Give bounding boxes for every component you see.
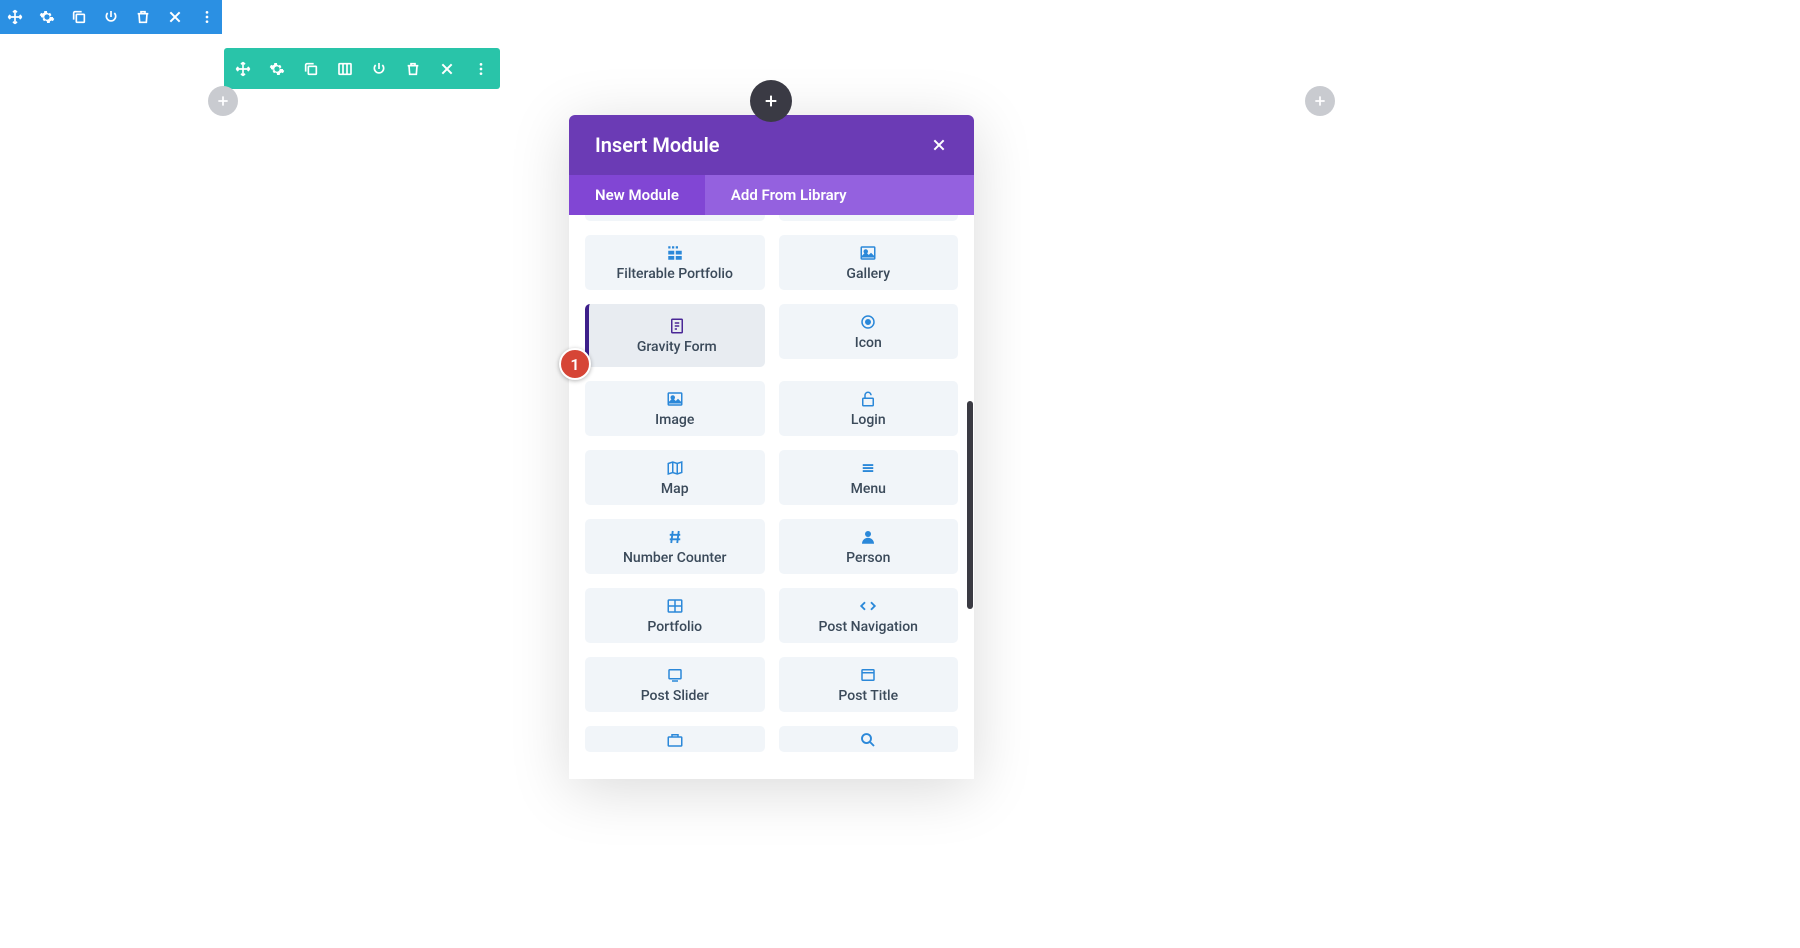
module-label: Image xyxy=(655,412,694,428)
person-icon xyxy=(859,528,877,546)
module-gravity-form[interactable]: Gravity Form xyxy=(585,304,765,367)
grid-icon xyxy=(666,597,684,615)
module-label: Filterable Portfolio xyxy=(617,266,733,282)
module-label: Post Navigation xyxy=(819,619,918,635)
module-label: Icon xyxy=(855,335,882,351)
row-toolbar xyxy=(224,48,500,89)
section-toolbar xyxy=(0,0,222,34)
modal-tabs: New Module Add From Library xyxy=(569,175,974,215)
module-login[interactable]: Login xyxy=(779,381,959,436)
modal-header: Insert Module xyxy=(569,115,974,175)
module-email-optin[interactable]: Email Optin xyxy=(779,215,959,221)
modal-title: Insert Module xyxy=(595,133,720,157)
module-label: Post Slider xyxy=(641,688,709,704)
trash-icon[interactable] xyxy=(134,8,152,26)
module-label: Login xyxy=(851,412,886,428)
gear-icon[interactable] xyxy=(38,8,56,26)
columns-icon[interactable] xyxy=(336,60,354,78)
module-label: Menu xyxy=(851,481,886,497)
module-grid: Divider Email Optin Filterable Portfolio xyxy=(585,215,958,752)
module-label: Portfolio xyxy=(647,619,702,635)
move-icon[interactable] xyxy=(6,8,24,26)
insert-module-modal: Insert Module New Module Add From Librar… xyxy=(569,115,974,779)
more-icon[interactable] xyxy=(198,8,216,26)
gear-icon[interactable] xyxy=(268,60,286,78)
module-label: Map xyxy=(661,481,689,497)
modal-body: Divider Email Optin Filterable Portfolio xyxy=(569,215,974,779)
target-icon xyxy=(859,313,877,331)
add-column-left-button[interactable] xyxy=(208,86,238,116)
form-icon xyxy=(668,317,686,335)
add-module-button[interactable] xyxy=(750,80,792,122)
module-menu[interactable]: Menu xyxy=(779,450,959,505)
scrollbar-thumb[interactable] xyxy=(967,401,973,609)
module-post-title[interactable]: Post Title xyxy=(779,657,959,712)
title-icon xyxy=(859,666,877,684)
close-icon[interactable] xyxy=(438,60,456,78)
briefcase-icon xyxy=(666,731,684,749)
power-icon[interactable] xyxy=(370,60,388,78)
module-number-counter[interactable]: Number Counter xyxy=(585,519,765,574)
slider-icon xyxy=(666,666,684,684)
duplicate-icon[interactable] xyxy=(302,60,320,78)
module-divider[interactable]: Divider xyxy=(585,215,765,221)
more-icon[interactable] xyxy=(472,60,490,78)
hash-icon xyxy=(666,528,684,546)
module-post-navigation[interactable]: Post Navigation xyxy=(779,588,959,643)
search-icon xyxy=(859,731,877,749)
image-icon xyxy=(859,244,877,262)
menu-icon xyxy=(859,459,877,477)
tab-add-from-library[interactable]: Add From Library xyxy=(705,175,974,215)
trash-icon[interactable] xyxy=(404,60,422,78)
module-label: Person xyxy=(846,550,890,566)
callout-badge-1: 1 xyxy=(559,348,591,380)
image-icon xyxy=(666,390,684,408)
module-label: Post Title xyxy=(838,688,898,704)
grid-filter-icon xyxy=(666,244,684,262)
map-icon xyxy=(666,459,684,477)
module-label: Number Counter xyxy=(623,550,726,566)
module-post-slider[interactable]: Post Slider xyxy=(585,657,765,712)
module-item-partial[interactable] xyxy=(585,726,765,752)
module-label: Gallery xyxy=(846,266,890,282)
add-column-right-button[interactable] xyxy=(1305,86,1335,116)
module-portfolio[interactable]: Portfolio xyxy=(585,588,765,643)
module-map[interactable]: Map xyxy=(585,450,765,505)
module-icon[interactable]: Icon xyxy=(779,304,959,359)
duplicate-icon[interactable] xyxy=(70,8,88,26)
move-icon[interactable] xyxy=(234,60,252,78)
module-filterable-portfolio[interactable]: Filterable Portfolio xyxy=(585,235,765,290)
module-gallery[interactable]: Gallery xyxy=(779,235,959,290)
module-image[interactable]: Image xyxy=(585,381,765,436)
module-item-partial[interactable] xyxy=(779,726,959,752)
power-icon[interactable] xyxy=(102,8,120,26)
close-icon[interactable] xyxy=(166,8,184,26)
module-person[interactable]: Person xyxy=(779,519,959,574)
module-label: Gravity Form xyxy=(637,339,717,355)
tab-new-module[interactable]: New Module xyxy=(569,175,705,215)
nav-icon xyxy=(859,597,877,615)
lock-icon xyxy=(859,390,877,408)
close-icon[interactable] xyxy=(930,136,948,154)
